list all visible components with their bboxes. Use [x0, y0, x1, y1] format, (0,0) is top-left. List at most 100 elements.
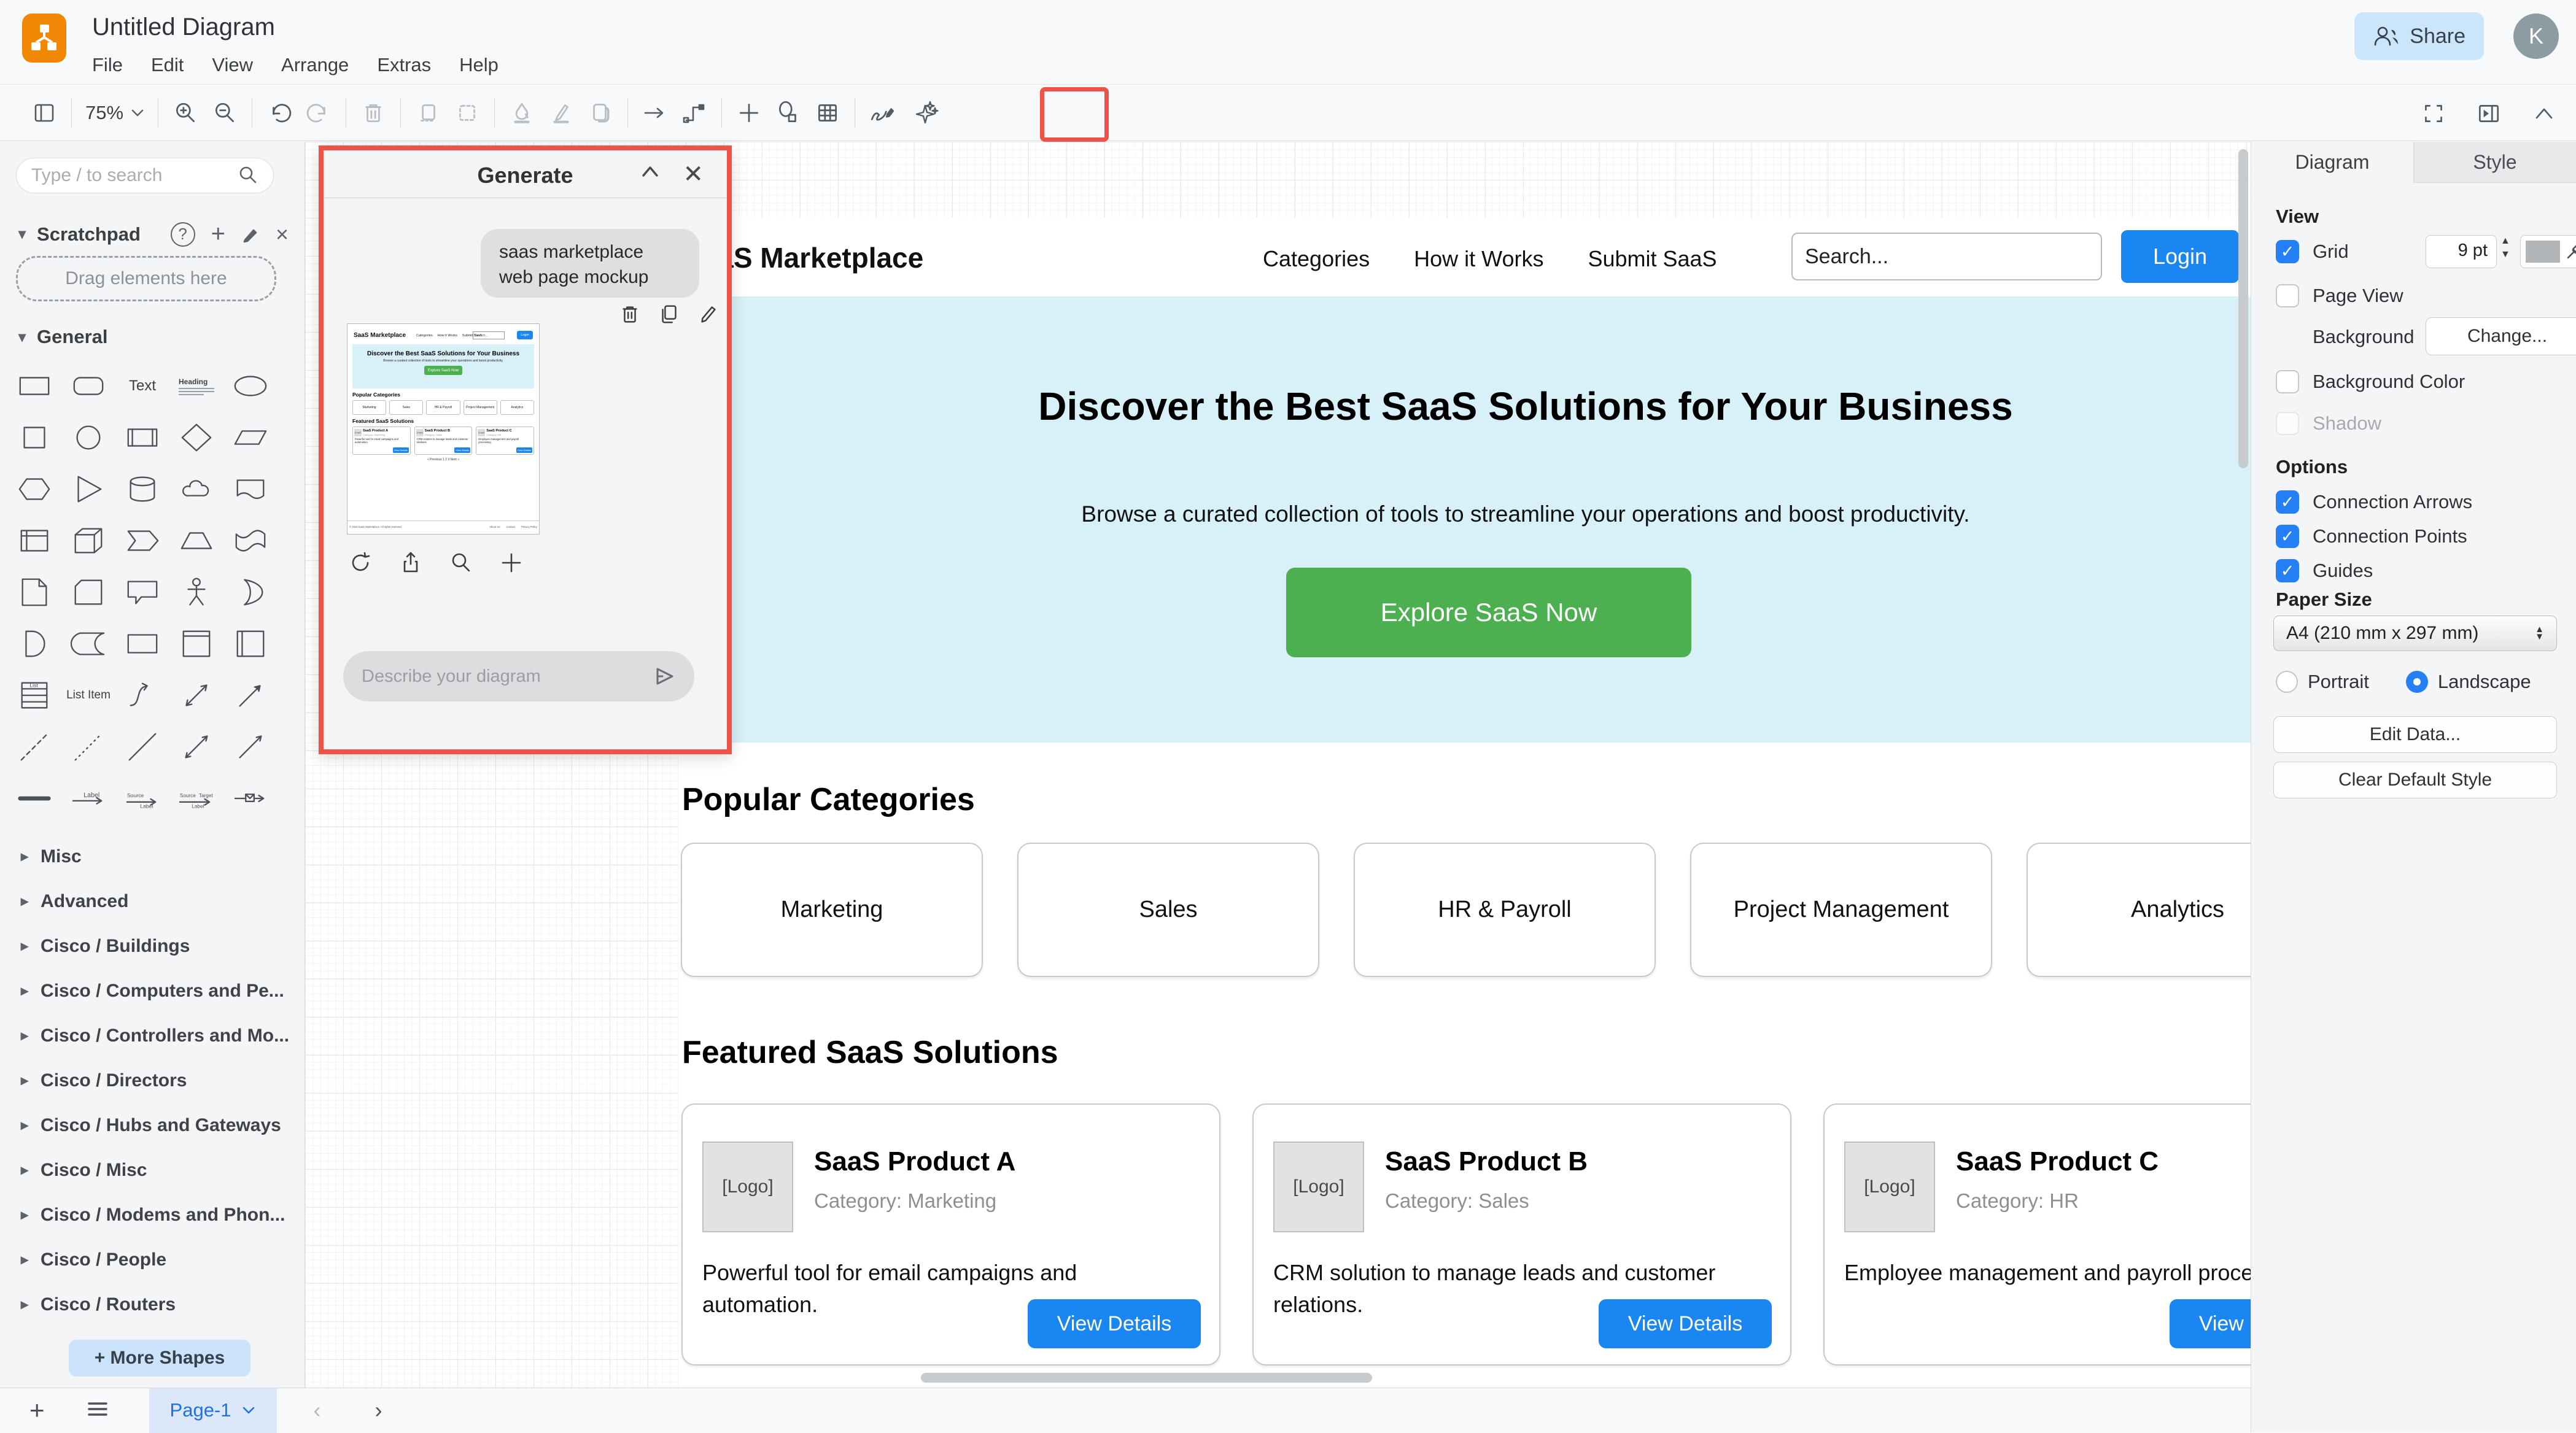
shape-rect[interactable]: [7, 360, 61, 412]
category-card[interactable]: Analytics: [2027, 843, 2251, 977]
sidebar-section-cisco-hubs-and-gateways[interactable]: ▸Cisco / Hubs and Gateways: [0, 1103, 305, 1148]
ai-generate-button[interactable]: [907, 91, 946, 134]
sidebar-section-cisco-directors[interactable]: ▸Cisco / Directors: [0, 1058, 305, 1103]
mockup-hero-cta-button[interactable]: Explore SaaS Now: [1286, 568, 1691, 657]
view-details-button[interactable]: View Details: [1028, 1299, 1201, 1348]
shape-and[interactable]: [7, 618, 61, 670]
grid-checkbox[interactable]: ✓: [2276, 240, 2299, 263]
shape-trapezoid[interactable]: [169, 515, 223, 566]
sidebar-section-advanced[interactable]: ▸Advanced: [0, 879, 305, 924]
paper-size-select[interactable]: A4 (210 mm x 297 mm) ▲▼: [2273, 616, 2557, 651]
sidebar-section-cisco-misc[interactable]: ▸Cisco / Misc: [0, 1148, 305, 1192]
shape-ellipse[interactable]: [223, 360, 277, 412]
tab-diagram[interactable]: Diagram: [2251, 142, 2413, 183]
grid-size-stepper[interactable]: ▲▼: [2500, 236, 2510, 260]
fullscreen-button[interactable]: [2414, 92, 2453, 135]
avatar[interactable]: K: [2513, 14, 2559, 59]
collapse-toolbar-button[interactable]: [2524, 92, 2564, 135]
shape-arrow[interactable]: [223, 670, 277, 721]
redo-button[interactable]: [299, 91, 338, 134]
shape-tape[interactable]: [223, 515, 277, 566]
fill-color-button[interactable]: [502, 91, 541, 134]
sidebar-section-cisco-routers[interactable]: ▸Cisco / Routers: [0, 1282, 305, 1327]
grid-color-button[interactable]: [2520, 235, 2576, 268]
shape-dotted-line[interactable]: [61, 721, 115, 773]
shape-arrow-source[interactable]: SourceLabel: [115, 773, 169, 824]
shape-bidirectional-arrow[interactable]: [169, 670, 223, 721]
export-icon[interactable]: [398, 550, 423, 575]
edit-data-button[interactable]: Edit Data...: [2273, 716, 2557, 753]
shape-data-storage[interactable]: [61, 618, 115, 670]
shape-arrow-label[interactable]: Label: [61, 773, 115, 824]
tab-style[interactable]: Style: [2413, 142, 2576, 183]
sidebar-section-misc[interactable]: ▸Misc: [0, 834, 305, 879]
grid-size-input[interactable]: 9 pt: [2426, 235, 2497, 268]
shape-process[interactable]: [115, 412, 169, 463]
next-page-button[interactable]: ›: [375, 1397, 382, 1423]
diagram-prompt-input[interactable]: Describe your diagram: [343, 651, 694, 701]
mockup-nav-categories[interactable]: Categories: [1263, 246, 1370, 272]
shape-arrow-source-target[interactable]: SourceLabelTarget: [169, 773, 223, 824]
zoom-preview-icon[interactable]: [449, 550, 473, 575]
shape-document[interactable]: [223, 463, 277, 515]
view-details-button[interactable]: View Details: [1599, 1299, 1772, 1348]
zoom-dropdown[interactable]: 75%: [79, 91, 150, 134]
regenerate-icon[interactable]: [348, 550, 373, 575]
menu-help[interactable]: Help: [459, 54, 499, 76]
zoom-out-button[interactable]: [205, 91, 244, 134]
category-card[interactable]: Marketing: [681, 843, 983, 977]
delete-prompt-icon[interactable]: [618, 303, 642, 326]
shadow-button[interactable]: [581, 91, 620, 134]
shape-hexagon[interactable]: [7, 463, 61, 515]
sidebar-section-cisco-computers-and-pe-[interactable]: ▸Cisco / Computers and Pe...: [0, 968, 305, 1013]
line-color-button[interactable]: [541, 91, 581, 134]
dialog-collapse-icon[interactable]: [640, 164, 661, 182]
menu-edit[interactable]: Edit: [151, 54, 184, 76]
shape-heading[interactable]: Heading: [169, 360, 223, 412]
insert-button[interactable]: [729, 91, 769, 134]
mockup-nav-how-it-works[interactable]: How it Works: [1414, 246, 1543, 272]
to-front-button[interactable]: [408, 91, 448, 134]
shape-diamond[interactable]: [169, 412, 223, 463]
connection-arrows-checkbox[interactable]: ✓: [2276, 490, 2299, 514]
shape-triangle[interactable]: [61, 463, 115, 515]
page-view-checkbox[interactable]: [2276, 284, 2299, 307]
copy-prompt-icon[interactable]: [658, 303, 681, 326]
edit-prompt-icon[interactable]: [697, 303, 720, 326]
landscape-radio[interactable]: [2406, 671, 2428, 693]
shape-link[interactable]: [7, 773, 61, 824]
insert-shape-button[interactable]: [769, 91, 808, 134]
scratchpad-header[interactable]: ▾ Scratchpad: [18, 223, 141, 245]
mockup-login-button[interactable]: Login: [2121, 230, 2239, 283]
scratchpad-dropzone[interactable]: Drag elements here: [16, 256, 276, 301]
category-card[interactable]: HR & Payroll: [1354, 843, 1656, 977]
page-tab[interactable]: Page-1: [149, 1388, 277, 1433]
undo-button[interactable]: [260, 91, 299, 134]
shape-internal-storage[interactable]: [7, 515, 61, 566]
shape-cylinder[interactable]: [115, 463, 169, 515]
shape-actor[interactable]: [169, 566, 223, 618]
shape-list-item[interactable]: List Item: [61, 670, 115, 721]
shape-curve[interactable]: [115, 670, 169, 721]
add-to-canvas-icon[interactable]: [499, 550, 524, 575]
guides-checkbox[interactable]: ✓: [2276, 559, 2299, 582]
mockup-search-box[interactable]: Search...: [1791, 233, 2102, 280]
general-section-header[interactable]: ▾ General: [18, 326, 108, 348]
generated-diagram-thumbnail[interactable]: SaaS Marketplace CategoriesHow it WorksS…: [347, 323, 540, 535]
shape-list[interactable]: List: [7, 670, 61, 721]
shape-text[interactable]: Text: [115, 360, 169, 412]
pages-menu-button[interactable]: [85, 1399, 110, 1422]
shape-arrow-box[interactable]: [223, 773, 277, 824]
horizontal-scrollbar[interactable]: [921, 1373, 1372, 1383]
shape-cube[interactable]: [61, 515, 115, 566]
insert-table-button[interactable]: [808, 91, 847, 134]
add-page-button[interactable]: +: [29, 1396, 45, 1425]
waypoints-button[interactable]: [675, 91, 714, 134]
shape-arrow-thin[interactable]: [223, 721, 277, 773]
shape-cloud[interactable]: [169, 463, 223, 515]
shape-step[interactable]: [115, 515, 169, 566]
menu-view[interactable]: View: [212, 54, 253, 76]
scratchpad-close-icon[interactable]: ×: [276, 222, 289, 247]
more-shapes-button[interactable]: + More Shapes: [69, 1340, 250, 1377]
share-button[interactable]: Share: [2354, 12, 2484, 60]
